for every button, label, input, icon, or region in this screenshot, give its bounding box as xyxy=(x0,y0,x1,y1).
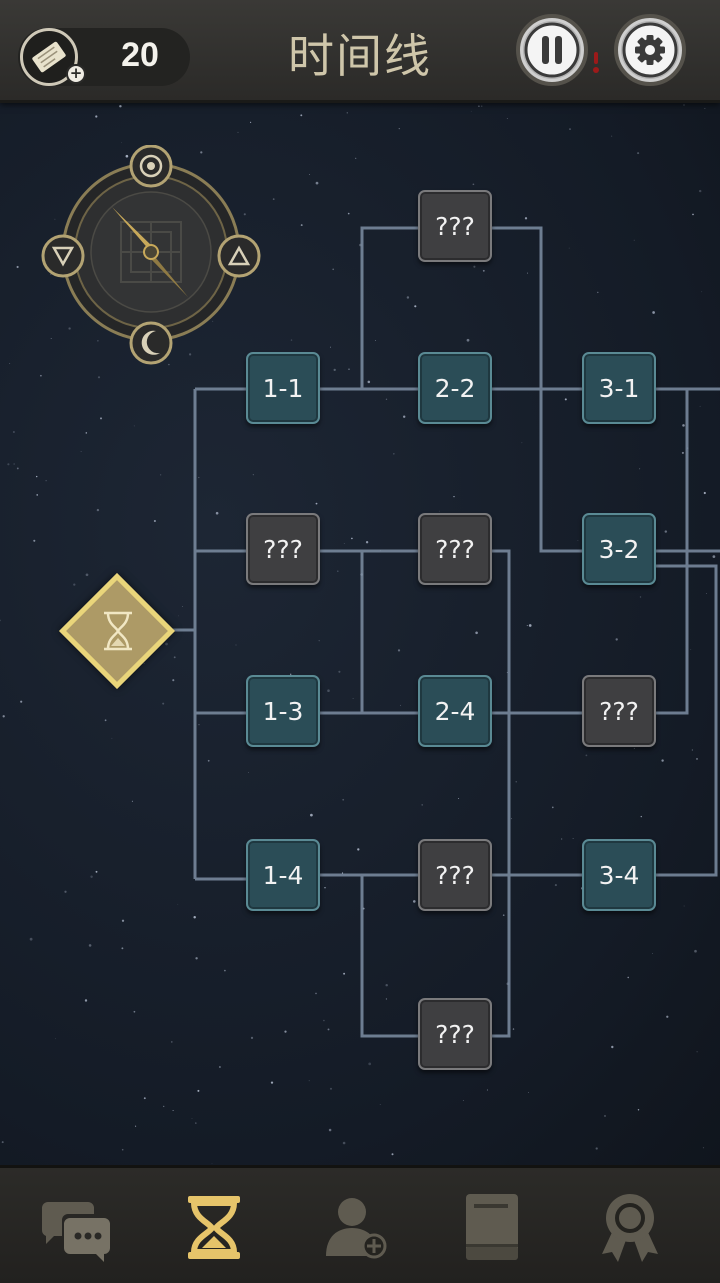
timeline-node[interactable]: 1-3 xyxy=(246,675,320,747)
page-title: 时间线 xyxy=(288,29,432,83)
timeline-node[interactable]: ??? xyxy=(246,513,320,585)
pause-button[interactable] xyxy=(516,14,588,86)
add-ticket-button[interactable]: + xyxy=(66,64,86,84)
compass-dial[interactable] xyxy=(36,145,266,375)
nav-achievements-button[interactable] xyxy=(588,1188,672,1268)
add-person-icon xyxy=(326,1198,387,1259)
timeline-node[interactable]: ??? xyxy=(418,513,492,585)
nav-chat-button[interactable] xyxy=(30,1188,114,1268)
timeline-node[interactable]: ??? xyxy=(582,675,656,747)
timeline-node[interactable]: 2-4 xyxy=(418,675,492,747)
timeline-node[interactable]: ??? xyxy=(418,998,492,1070)
timeline-node[interactable]: 1-4 xyxy=(246,839,320,911)
timeline-node[interactable]: 3-2 xyxy=(582,513,656,585)
compass-right-button xyxy=(217,234,261,278)
compass-left-button xyxy=(41,234,85,278)
timeline-node[interactable]: 3-4 xyxy=(582,839,656,911)
top-bar: + 20 时间线 xyxy=(0,0,720,103)
notification-mark xyxy=(590,48,604,74)
timeline-node[interactable]: ??? xyxy=(418,839,492,911)
chat-bubbles-icon xyxy=(41,1202,110,1262)
medal-icon xyxy=(602,1194,658,1262)
hourglass-icon xyxy=(104,611,132,651)
compass-top-button xyxy=(129,145,173,188)
nav-characters-button[interactable] xyxy=(316,1188,400,1268)
pause-icon xyxy=(524,22,580,78)
book-icon xyxy=(466,1194,518,1260)
nav-timeline-button[interactable] xyxy=(172,1188,256,1268)
timeline-node[interactable]: 2-2 xyxy=(418,352,492,424)
ticket-count: 20 xyxy=(121,36,159,74)
timeline-map[interactable]: 1-1 ??? 1-3 1-4 ??? 2-2 ??? 2-4 ??? ??? … xyxy=(0,103,720,1165)
timeline-node[interactable]: 3-1 xyxy=(582,352,656,424)
nav-journal-button[interactable] xyxy=(450,1188,534,1268)
hourglass-icon xyxy=(188,1196,240,1259)
bottom-nav xyxy=(0,1165,720,1283)
timeline-node[interactable]: ??? xyxy=(418,190,492,262)
timeline-node[interactable]: 1-1 xyxy=(246,352,320,424)
settings-button[interactable] xyxy=(614,14,686,86)
gear-icon xyxy=(622,22,678,78)
compass-moon-button xyxy=(129,321,173,365)
